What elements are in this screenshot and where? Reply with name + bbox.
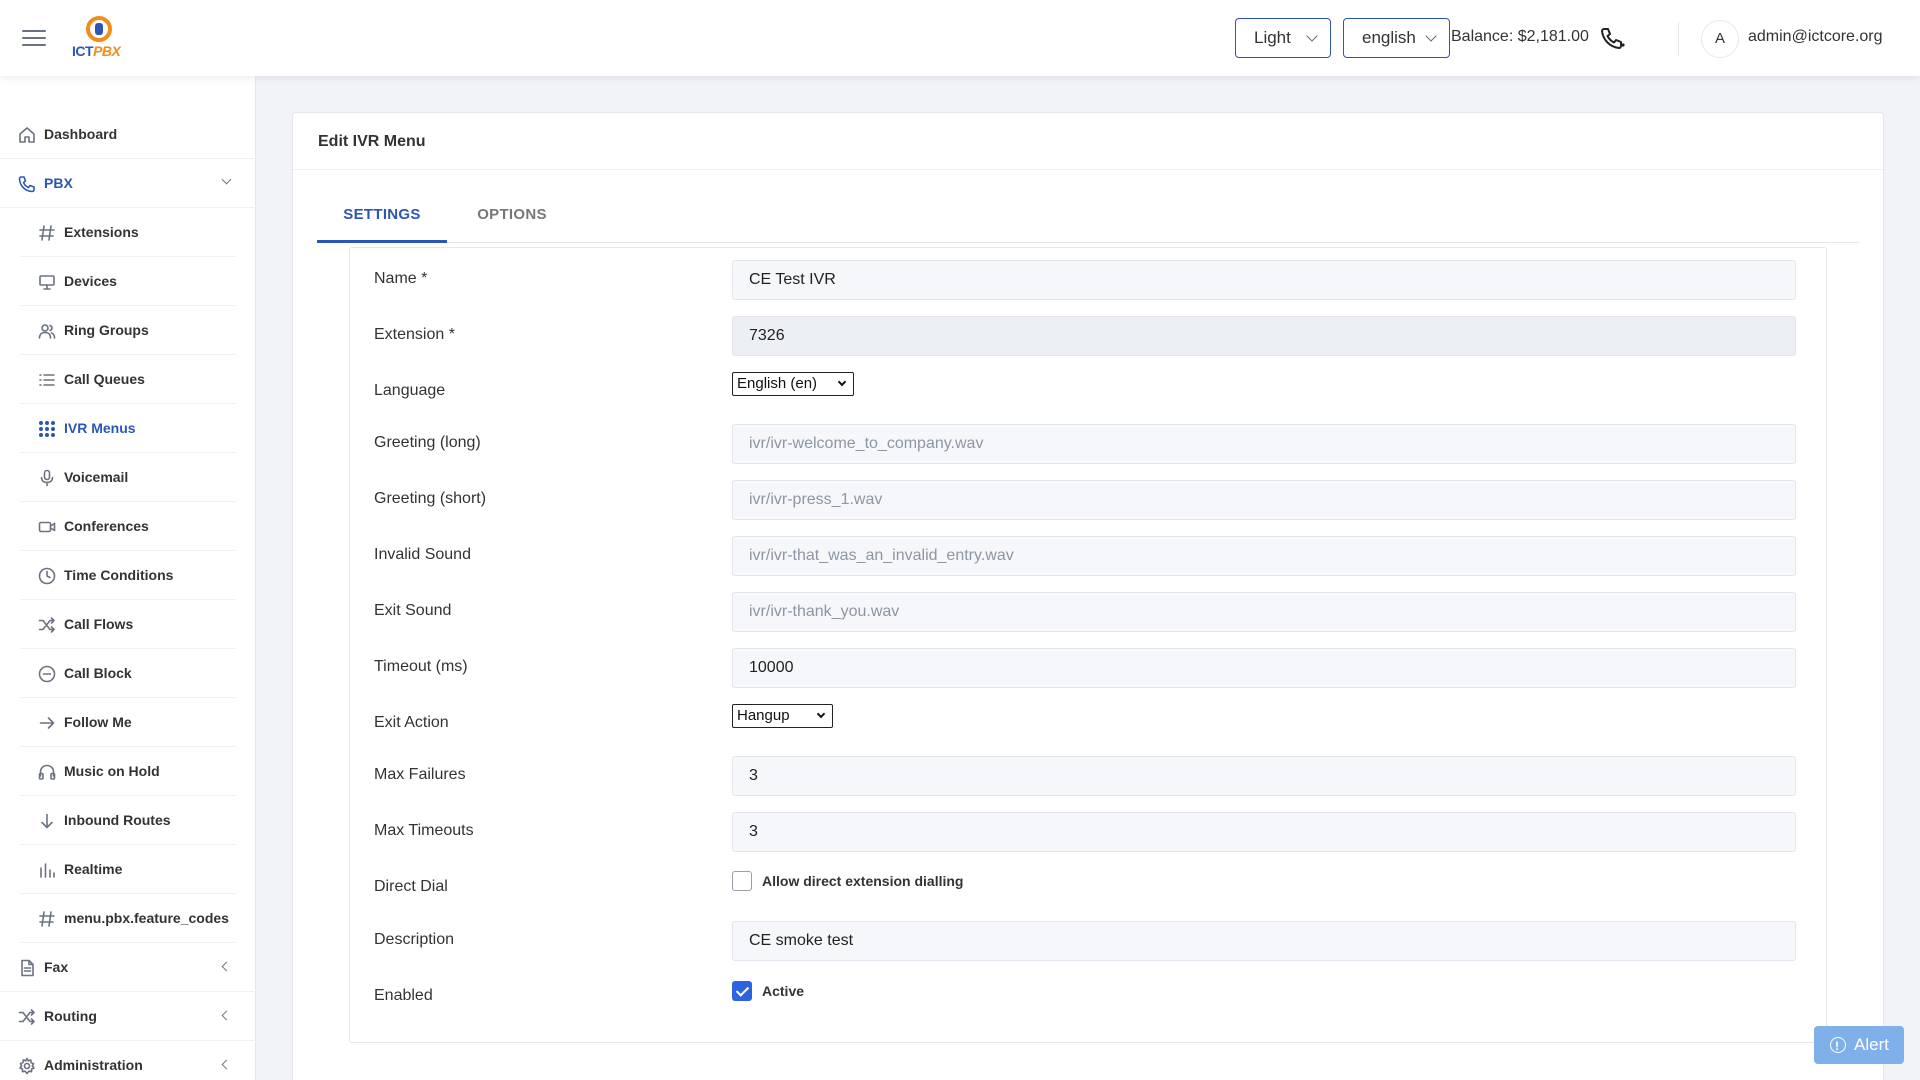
sidebar-item-pbx[interactable]: PBX <box>0 159 256 208</box>
page-title: Edit IVR Menu <box>318 133 426 150</box>
sidebar-item-inbound-routes[interactable]: Inbound Routes <box>20 796 236 845</box>
tab-options[interactable]: OPTIONS <box>447 193 577 243</box>
chevron-down-icon <box>221 174 232 185</box>
invalid-sound-input[interactable]: ivr/ivr-that_was_an_invalid_entry.wav <box>732 536 1796 576</box>
ictpbx-logo[interactable]: ICTPBX <box>72 16 124 60</box>
name-label: Name * <box>374 270 428 287</box>
extension-label: Extension * <box>374 326 455 343</box>
sidebar: Dashboard PBX Extensions Devices Ring Gr… <box>0 76 256 1080</box>
hamburger-menu-icon[interactable] <box>22 27 46 49</box>
greeting-short-input[interactable]: ivr/ivr-press_1.wav <box>732 480 1796 520</box>
chevron-down-icon <box>816 709 826 719</box>
greeting-long-input[interactable]: ivr/ivr-welcome_to_company.wav <box>732 424 1796 464</box>
chevron-down-icon <box>1306 30 1318 42</box>
sidebar-item-call-queues[interactable]: Call Queues <box>20 355 236 404</box>
arrow-down-icon <box>41 813 53 829</box>
document-icon <box>21 959 34 977</box>
sidebar-item-fax[interactable]: Fax <box>0 943 256 992</box>
sidebar-item-follow-me[interactable]: Follow Me <box>20 698 236 747</box>
user-email-menu[interactable]: admin@ictcore.org <box>1748 28 1883 46</box>
sidebar-item-devices[interactable]: Devices <box>20 257 236 306</box>
language-select[interactable]: English (en) <box>732 372 854 396</box>
greeting-short-label: Greeting (short) <box>374 490 487 507</box>
sidebar-item-ring-groups[interactable]: Ring Groups <box>20 306 236 355</box>
chevron-left-icon <box>221 1059 232 1070</box>
max-failures-input[interactable]: 3 <box>732 756 1796 796</box>
sidebar-item-call-flows[interactable]: Call Flows <box>20 600 236 649</box>
phone-icon[interactable] <box>1600 26 1626 50</box>
exit-sound-label: Exit Sound <box>374 602 452 619</box>
description-input[interactable]: CE smoke test <box>732 921 1796 961</box>
chevron-left-icon <box>221 961 232 972</box>
sidebar-item-conferences[interactable]: Conferences <box>20 502 236 551</box>
alert-button[interactable]: Alert <box>1814 1026 1904 1065</box>
sidebar-item-time-conditions[interactable]: Time Conditions <box>20 551 236 600</box>
sidebar-item-administration[interactable]: Administration <box>0 1041 256 1080</box>
tab-bar: SETTINGS OPTIONS <box>317 193 1859 243</box>
bar-chart-icon <box>40 863 55 878</box>
users-icon <box>38 324 56 339</box>
info-icon <box>1830 1027 1846 1065</box>
headphones-icon <box>38 764 56 780</box>
monitor-icon <box>39 275 55 290</box>
clock-icon <box>38 567 56 585</box>
enabled-label: Enabled <box>374 987 433 1004</box>
greeting-long-label: Greeting (long) <box>374 434 481 451</box>
enabled-checkbox-label[interactable]: Active <box>762 983 804 999</box>
avatar[interactable]: A <box>1701 20 1739 58</box>
settings-form: Name * CE Test IVR Extension * 7326 Lang… <box>349 247 1827 1043</box>
tab-settings[interactable]: SETTINGS <box>317 193 447 243</box>
extension-input[interactable]: 7326 <box>732 316 1796 356</box>
description-label: Description <box>374 931 455 948</box>
hash-icon <box>39 911 55 927</box>
minus-circle-icon <box>38 665 56 683</box>
top-header: ICTPBX Light english Balance: $2,181.00 … <box>0 0 1920 76</box>
home-icon <box>19 127 35 143</box>
enabled-checkbox[interactable] <box>732 981 752 1001</box>
direct-dial-checkbox-label[interactable]: Allow direct extension dialling <box>762 873 963 889</box>
arrow-right-icon <box>39 717 55 729</box>
name-input[interactable]: CE Test IVR <box>732 260 1796 300</box>
sidebar-item-routing[interactable]: Routing <box>0 992 256 1041</box>
sidebar-item-realtime[interactable]: Realtime <box>20 845 236 894</box>
exit-action-label: Exit Action <box>374 714 449 731</box>
exit-action-select[interactable]: Hangup <box>732 704 833 728</box>
shuffle-icon <box>18 1009 35 1025</box>
invalid-sound-label: Invalid Sound <box>374 546 471 563</box>
microphone-icon <box>40 469 54 487</box>
max-timeouts-label: Max Timeouts <box>374 822 474 839</box>
max-timeouts-input[interactable]: 3 <box>732 812 1796 852</box>
language-select[interactable]: english <box>1343 18 1450 58</box>
hash-icon <box>39 225 55 241</box>
timeout-input[interactable]: 10000 <box>732 648 1796 688</box>
chevron-left-icon <box>221 1010 232 1021</box>
sidebar-item-music-on-hold[interactable]: Music on Hold <box>20 747 236 796</box>
sidebar-item-call-block[interactable]: Call Block <box>20 649 236 698</box>
sidebar-item-extensions[interactable]: Extensions <box>20 208 236 257</box>
direct-dial-label: Direct Dial <box>374 878 448 895</box>
title-divider <box>293 169 1883 170</box>
gear-icon <box>19 1057 35 1075</box>
list-icon <box>39 374 55 386</box>
video-icon <box>38 521 56 533</box>
chevron-down-icon <box>1425 30 1437 42</box>
shuffle-icon <box>38 617 55 633</box>
exit-sound-input[interactable]: ivr/ivr-thank_you.wav <box>732 592 1796 632</box>
language-label: Language <box>374 382 446 399</box>
header-divider <box>1678 22 1679 56</box>
balance-text: Balance: $2,181.00 <box>1451 28 1589 45</box>
edit-ivr-card: Edit IVR Menu SETTINGS OPTIONS Name * CE… <box>292 112 1884 1080</box>
sidebar-item-dashboard[interactable]: Dashboard <box>0 110 256 159</box>
chevron-down-icon <box>837 377 847 387</box>
sidebar-item-feature-codes[interactable]: menu.pbx.feature_codes <box>20 894 236 943</box>
sidebar-item-ivr-menus[interactable]: IVR Menus <box>20 404 236 453</box>
theme-select[interactable]: Light <box>1235 18 1331 58</box>
phone-icon <box>18 176 35 193</box>
grid-icon <box>39 421 55 437</box>
sidebar-item-voicemail[interactable]: Voicemail <box>20 453 236 502</box>
direct-dial-checkbox[interactable] <box>732 871 752 891</box>
timeout-label: Timeout (ms) <box>374 658 468 675</box>
max-failures-label: Max Failures <box>374 766 466 783</box>
